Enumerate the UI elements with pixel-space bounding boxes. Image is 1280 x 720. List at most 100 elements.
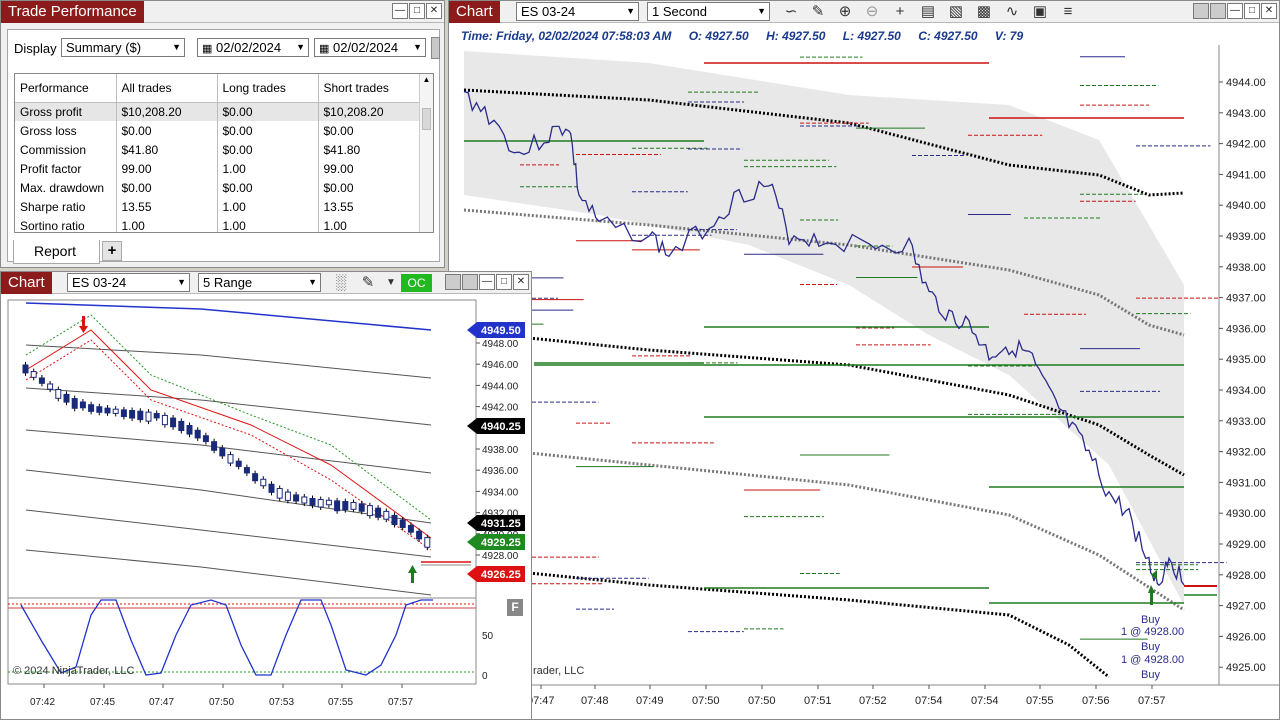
chart-trader-icon[interactable]: ▩ <box>975 3 993 21</box>
maximize-icon[interactable]: □ <box>409 3 425 19</box>
trade-performance-titlebar[interactable]: Trade Performance — □ ✕ <box>1 1 444 23</box>
drawing-tool-icon[interactable]: ✎ <box>809 3 827 21</box>
time-tick-label: 07:42 <box>30 697 55 708</box>
trade-label: 1 @ 4928.00 <box>1121 626 1184 638</box>
chart-style-icon[interactable]: ∽ <box>782 3 800 21</box>
interval-value: 5 Range <box>203 275 253 290</box>
price-tick-label: 4946.00 <box>482 360 519 371</box>
scroll-thumb[interactable] <box>422 108 431 130</box>
performance-table: Performance All trades Long trades Short… <box>14 73 434 233</box>
time-tick-label: 07:47 <box>149 697 174 708</box>
candle-body <box>260 478 267 487</box>
trade-label: Buy <box>1141 669 1160 681</box>
table-cell: 1.00 <box>217 216 319 232</box>
scroll-up-icon[interactable]: ▲ <box>420 74 433 86</box>
price-tick-label: 4942.00 <box>482 403 519 414</box>
zoom-in-icon[interactable]: ⊕ <box>836 3 854 21</box>
minimize-icon[interactable]: — <box>479 274 495 290</box>
chart-right-titlebar[interactable]: Chart ES 03-24 ▼ 1 Second ▼ ∽ ✎ ⊕ ⊖ + ▤ ▧ … <box>449 1 1279 23</box>
table-row[interactable]: Commission $41.80 $0.00 $41.80 <box>15 140 420 159</box>
pin-icon[interactable] <box>462 274 478 290</box>
candle-body <box>202 435 209 443</box>
table-cell: Profit factor <box>15 159 117 178</box>
price-tick-label: 4933.00 <box>1226 416 1266 428</box>
instrument-value: ES 03-24 <box>72 275 127 290</box>
table-scrollbar[interactable]: ▲ <box>419 74 433 232</box>
generate-button[interactable] <box>431 37 440 59</box>
crosshair-icon[interactable]: + <box>891 3 909 21</box>
menu-icon[interactable]: ≡ <box>1059 3 1077 21</box>
table-row[interactable]: Gross profit $10,208.20 $0.00 $10,208.20 <box>15 102 420 121</box>
close-icon[interactable]: ✕ <box>1261 3 1277 19</box>
date-from-picker[interactable]: ▦ 02/02/2024 ▼ <box>197 38 309 57</box>
table-row[interactable]: Max. drawdown $0.00 $0.00 $0.00 <box>15 178 420 197</box>
close-icon[interactable]: ✕ <box>513 274 529 290</box>
tab-report[interactable]: Report <box>13 240 100 264</box>
link-icon[interactable] <box>1193 3 1209 19</box>
close-icon[interactable]: ✕ <box>426 3 442 19</box>
minimize-icon[interactable]: — <box>392 3 408 19</box>
maximize-icon[interactable]: □ <box>1244 3 1260 19</box>
col-all-trades[interactable]: All trades <box>116 74 218 103</box>
price-tick-label: 4948.00 <box>482 339 519 350</box>
indicator-button[interactable]: F <box>507 599 523 616</box>
candle-body <box>235 460 242 467</box>
table-row[interactable]: Profit factor 99.00 1.00 99.00 <box>15 159 420 178</box>
time-tick-label: 07:53 <box>269 697 294 708</box>
candle-body <box>211 441 218 451</box>
candle-body <box>334 500 341 512</box>
maximize-icon[interactable]: □ <box>496 274 512 290</box>
price-tick-label: 4944.00 <box>482 381 519 392</box>
add-tab-button[interactable]: + <box>102 241 122 261</box>
drawing-tool-icon[interactable]: ✎ <box>359 274 377 292</box>
table-row[interactable]: Sortino ratio 1.00 1.00 1.00 <box>15 216 420 232</box>
chevron-down-icon[interactable]: ▼ <box>382 274 400 292</box>
time-tick-label: 07:49 <box>636 695 664 707</box>
table-row[interactable]: Gross loss $0.00 $0.00 $0.00 <box>15 121 420 140</box>
col-long-trades[interactable]: Long trades <box>217 74 319 103</box>
oc-button[interactable]: OC <box>401 274 432 292</box>
table-cell: $10,208.20 <box>318 102 420 121</box>
properties-icon[interactable]: ▧ <box>947 3 965 21</box>
chart-style-icon[interactable]: ░ <box>332 274 350 292</box>
table-cell: 1.00 <box>217 159 319 178</box>
candle-body <box>194 429 201 439</box>
table-cell: Max. drawdown <box>15 178 117 197</box>
zoom-out-icon[interactable]: ⊖ <box>863 3 881 21</box>
candle-body <box>178 420 185 432</box>
data-box-icon[interactable]: ▤ <box>919 3 937 21</box>
indicators-icon[interactable]: ∿ <box>1003 3 1021 21</box>
display-select[interactable]: Summary ($) ▼ <box>61 38 185 57</box>
candle-body <box>129 410 136 419</box>
col-performance[interactable]: Performance <box>15 74 117 103</box>
range-chart-panel[interactable]: 4948.004946.004944.004942.004940.004938.… <box>1 295 531 719</box>
price-chart-panel[interactable]: 4944.00 4943.00 4942.00 4941.00 4940.00 4939.… <box>449 45 1279 719</box>
candle-body <box>252 473 259 482</box>
col-short-trades[interactable]: Short trades <box>318 74 420 103</box>
instrument-select[interactable]: ES 03-24 ▼ <box>67 273 190 292</box>
candle-body <box>145 411 152 422</box>
instrument-select[interactable]: ES 03-24 ▼ <box>516 2 639 21</box>
candle-body <box>38 377 45 384</box>
candle-body <box>104 407 111 414</box>
chart-left-titlebar[interactable]: Chart ES 03-24 ▼ 5 Range ▼ ░ ✎ ▼ OC — □ ✕ <box>1 272 531 294</box>
time-tick-label: 07:55 <box>1026 695 1054 707</box>
pin-icon[interactable] <box>1210 3 1226 19</box>
info-volume: V: 79 <box>994 29 1024 43</box>
chevron-down-icon: ▼ <box>413 42 422 52</box>
price-tick-label: 4940.00 <box>1226 200 1266 212</box>
strategies-icon[interactable]: ▣ <box>1031 3 1049 21</box>
table-row[interactable]: Sharpe ratio 13.55 1.00 13.55 <box>15 197 420 216</box>
interval-select[interactable]: 5 Range ▼ <box>198 273 321 292</box>
candle-body <box>375 507 382 518</box>
copyright-fragment: rader, LLC <box>533 665 585 677</box>
link-icon[interactable] <box>445 274 461 290</box>
info-open: O: 4927.50 <box>688 29 749 43</box>
date-to-picker[interactable]: ▦ 02/02/2024 ▼ <box>314 38 426 57</box>
time-tick-label: 07:50 <box>748 695 776 707</box>
candle-body <box>358 503 365 512</box>
candle-body <box>276 488 283 499</box>
minimize-icon[interactable]: — <box>1227 3 1243 19</box>
table-cell: Commission <box>15 140 117 159</box>
interval-select[interactable]: 1 Second ▼ <box>647 2 770 21</box>
